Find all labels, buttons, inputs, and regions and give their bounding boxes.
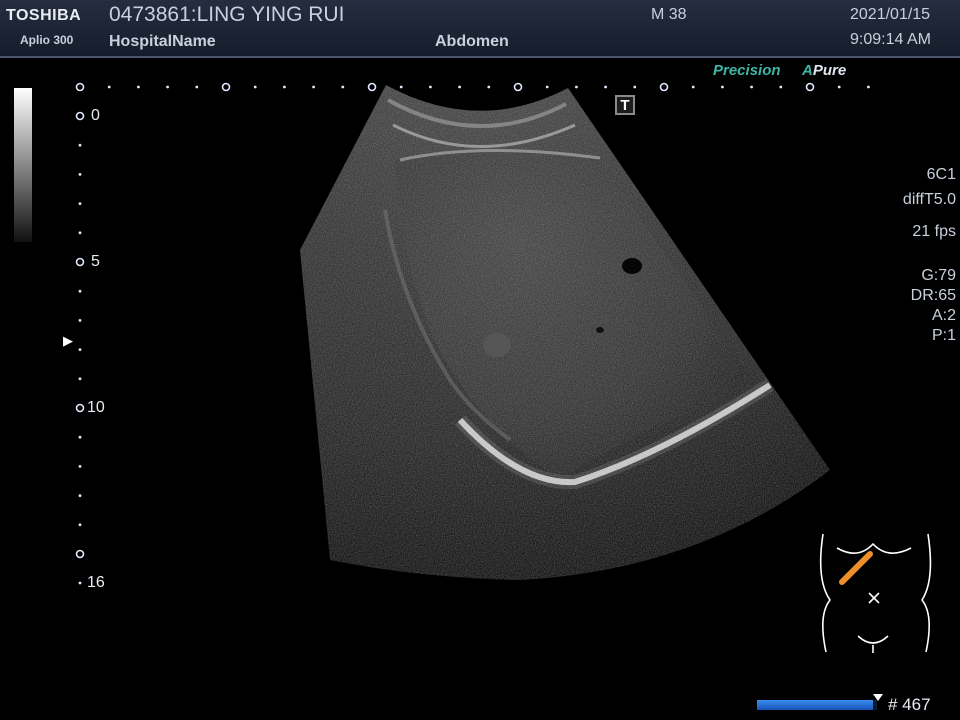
depth-minor-tick bbox=[78, 289, 82, 293]
depth-label-10: 10 bbox=[87, 399, 105, 416]
lateral-minor-tick bbox=[575, 85, 578, 89]
depth-end-tick bbox=[78, 581, 82, 585]
probe-mode: diffT5.0 bbox=[902, 191, 956, 208]
small-vessel bbox=[596, 327, 604, 333]
dynamic-range-value: DR:65 bbox=[910, 287, 956, 304]
lateral-major-tick bbox=[367, 82, 377, 92]
lateral-major-tick bbox=[75, 82, 85, 92]
lateral-major-tick bbox=[513, 82, 523, 92]
depth-minor-tick bbox=[78, 231, 82, 235]
bodymark-probe-icon bbox=[839, 551, 873, 585]
cine-progress-fill bbox=[757, 700, 874, 710]
depth-major-tick bbox=[75, 111, 85, 121]
frame-rate: 21 fps bbox=[912, 223, 956, 240]
hepatic-vessel bbox=[622, 258, 642, 274]
probe-name: 6C1 bbox=[926, 166, 956, 183]
depth-minor-tick bbox=[78, 494, 82, 497]
lateral-minor-tick bbox=[166, 85, 170, 89]
frame-number: # 467 bbox=[888, 695, 931, 714]
lateral-minor-tick bbox=[604, 85, 607, 89]
depth-label-0: 0 bbox=[91, 107, 100, 124]
lateral-minor-tick bbox=[487, 85, 491, 89]
lateral-minor-tick bbox=[312, 85, 315, 89]
ultrasound-viewport bbox=[75, 82, 932, 653]
depth-minor-tick bbox=[78, 435, 82, 439]
depth-scale bbox=[75, 111, 85, 585]
cine-caret-icon[interactable] bbox=[873, 694, 883, 701]
depth-minor-tick bbox=[78, 465, 82, 468]
lateral-minor-tick bbox=[341, 85, 345, 89]
body-mark bbox=[819, 533, 932, 653]
lateral-minor-tick bbox=[399, 85, 403, 89]
lateral-minor-tick bbox=[545, 85, 549, 89]
depth-minor-tick bbox=[78, 377, 82, 381]
cine-progress-bar[interactable] bbox=[757, 700, 877, 710]
lateral-minor-tick bbox=[837, 85, 841, 89]
lateral-minor-tick bbox=[429, 85, 432, 89]
lateral-major-tick bbox=[805, 82, 815, 92]
depth-minor-tick bbox=[78, 202, 82, 206]
lateral-minor-tick bbox=[721, 85, 724, 89]
lateral-minor-tick bbox=[137, 85, 140, 89]
lateral-minor-tick bbox=[458, 85, 461, 89]
depth-major-tick bbox=[75, 549, 85, 559]
lateral-minor-tick bbox=[283, 85, 286, 89]
tgc-icon[interactable]: T bbox=[615, 95, 635, 115]
lateral-minor-tick bbox=[253, 85, 257, 89]
hypoechoic-focus bbox=[483, 333, 511, 357]
speckle-texture bbox=[300, 85, 830, 580]
depth-minor-tick bbox=[78, 319, 82, 322]
depth-minor-tick bbox=[78, 143, 82, 147]
depth-major-tick bbox=[75, 403, 85, 413]
lateral-major-tick bbox=[221, 82, 231, 92]
lateral-scale bbox=[75, 82, 870, 92]
p-value: P:1 bbox=[931, 327, 956, 344]
lateral-major-tick bbox=[659, 82, 669, 92]
lateral-minor-tick bbox=[107, 85, 111, 89]
depth-minor-tick bbox=[78, 348, 82, 351]
depth-label-16: 16 bbox=[87, 574, 105, 591]
depth-major-tick bbox=[75, 257, 85, 267]
depth-minor-tick bbox=[78, 523, 82, 527]
depth-label-5: 5 bbox=[91, 253, 100, 270]
a-value: A:2 bbox=[931, 307, 956, 324]
depth-minor-tick bbox=[78, 173, 82, 176]
lateral-minor-tick bbox=[195, 85, 199, 89]
lateral-minor-tick bbox=[750, 85, 753, 89]
lateral-minor-tick bbox=[633, 85, 637, 89]
gain-value: G:79 bbox=[921, 267, 956, 284]
lateral-minor-tick bbox=[867, 85, 870, 89]
lateral-minor-tick bbox=[779, 85, 783, 89]
focus-marker-icon[interactable]: ▶ bbox=[63, 333, 73, 349]
lateral-minor-tick bbox=[691, 85, 695, 89]
